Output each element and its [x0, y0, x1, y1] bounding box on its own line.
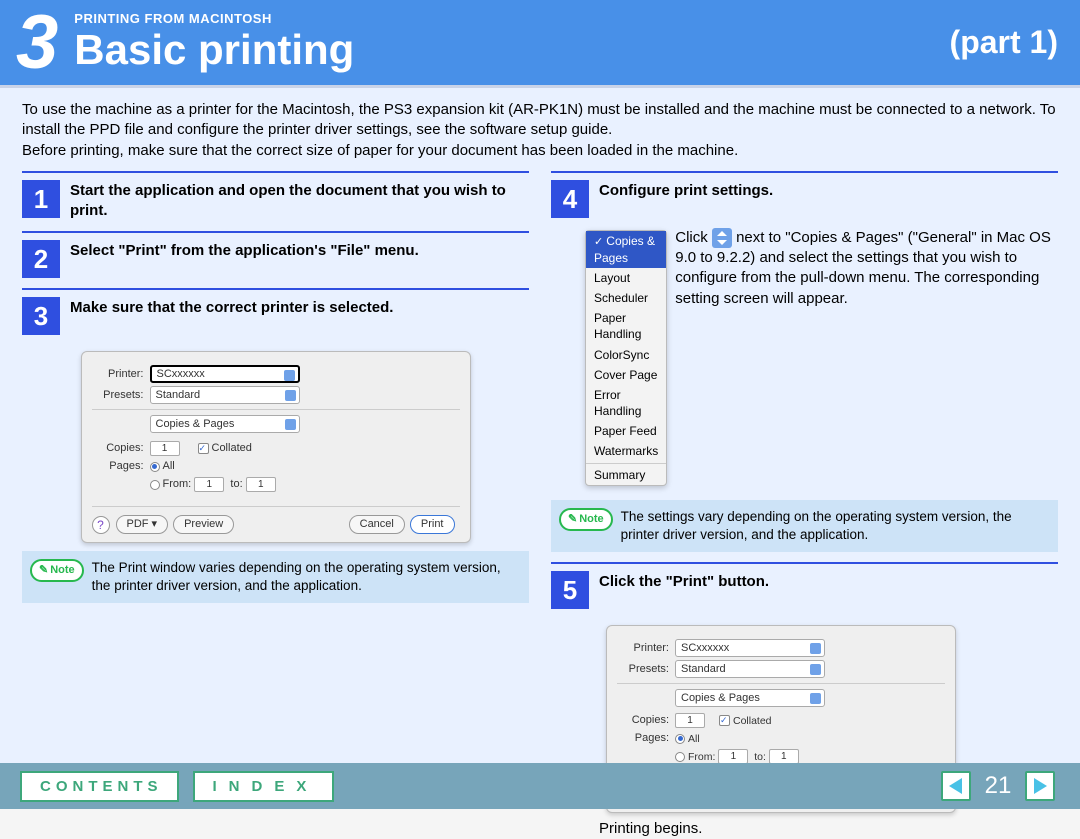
menu-item: Summary: [586, 465, 666, 485]
note-text: The Print window varies depending on the…: [92, 559, 521, 595]
step-number: 1: [22, 180, 60, 218]
note-box: Note The settings vary depending on the …: [551, 500, 1058, 552]
updown-arrow-icon: [712, 228, 732, 248]
help-icon: ?: [92, 516, 110, 534]
collated-checkbox: [719, 715, 730, 726]
presets-select: Standard: [150, 386, 300, 404]
step-5-result: Printing begins.: [551, 819, 1058, 839]
right-column: 4 Configure print settings. Copies & Pag…: [551, 171, 1058, 839]
print-button: Print: [410, 515, 455, 534]
menu-item: Cover Page: [586, 365, 666, 385]
step-number: 4: [551, 180, 589, 218]
pages-all-radio: [675, 734, 685, 744]
step-title: Configure print settings.: [589, 180, 773, 218]
page-title: Basic printing: [74, 26, 949, 74]
presets-select: Standard: [675, 660, 825, 678]
prev-page-button[interactable]: [941, 771, 971, 801]
preview-button: Preview: [173, 515, 234, 534]
note-badge: Note: [30, 559, 84, 582]
section-eyebrow: PRINTING FROM MACINTOSH: [74, 11, 949, 26]
part-label: (part 1): [950, 24, 1058, 61]
menu-item: Watermarks: [586, 441, 666, 461]
panel-select: Copies & Pages: [150, 415, 300, 433]
panel-select: Copies & Pages: [675, 689, 825, 707]
footer-bar: CONTENTS INDEX 21: [0, 763, 1080, 809]
print-dialog-screenshot: Printer:SCxxxxxx Presets:Standard Copies…: [81, 351, 471, 543]
index-button[interactable]: INDEX: [193, 771, 335, 802]
step-2: 2 Select "Print" from the application's …: [22, 231, 529, 288]
menu-item: Layout: [586, 268, 666, 288]
panel-menu-screenshot: Copies & Pages Layout Scheduler Paper Ha…: [585, 230, 667, 486]
step-4-description: Click next to "Copies & Pages" ("General…: [675, 228, 1058, 309]
step-3: 3 Make sure that the correct printer is …: [22, 288, 529, 345]
step-number: 2: [22, 240, 60, 278]
intro-text: To use the machine as a printer for the …: [22, 100, 1058, 161]
page-number: 21: [976, 772, 1020, 800]
menu-item: ColorSync: [586, 345, 666, 365]
cancel-button: Cancel: [349, 515, 405, 534]
note-text: The settings vary depending on the opera…: [621, 508, 1050, 544]
pages-all-radio: [150, 462, 160, 472]
step-number: 3: [22, 297, 60, 335]
menu-item: Error Handling: [586, 385, 666, 421]
menu-item: Paper Handling: [586, 308, 666, 344]
step-title: Start the application and open the docum…: [60, 180, 529, 222]
left-column: 1 Start the application and open the doc…: [22, 171, 529, 839]
step-title: Select "Print" from the application's "F…: [60, 240, 419, 278]
step-5: 5 Click the "Print" button.: [551, 562, 1058, 619]
note-badge: Note: [559, 508, 613, 531]
menu-item: Paper Feed: [586, 421, 666, 441]
pages-from-radio: [675, 752, 685, 762]
menu-item: Scheduler: [586, 288, 666, 308]
chapter-header: 3 PRINTING FROM MACINTOSH Basic printing…: [0, 0, 1080, 88]
next-page-button[interactable]: [1025, 771, 1055, 801]
pages-from-radio: [150, 480, 160, 490]
collated-checkbox: [198, 443, 209, 454]
contents-button[interactable]: CONTENTS: [20, 771, 179, 802]
printer-select: SCxxxxxx: [150, 365, 300, 383]
chapter-number: 3: [0, 0, 74, 86]
menu-item: Copies & Pages: [586, 231, 666, 268]
step-title: Click the "Print" button.: [589, 571, 769, 609]
step-number: 5: [551, 571, 589, 609]
step-4: 4 Configure print settings.: [551, 171, 1058, 228]
pdf-button: PDF ▾: [116, 515, 169, 534]
note-box: Note The Print window varies depending o…: [22, 551, 529, 603]
printer-select: SCxxxxxx: [675, 639, 825, 657]
step-title: Make sure that the correct printer is se…: [60, 297, 393, 335]
step-1: 1 Start the application and open the doc…: [22, 171, 529, 232]
